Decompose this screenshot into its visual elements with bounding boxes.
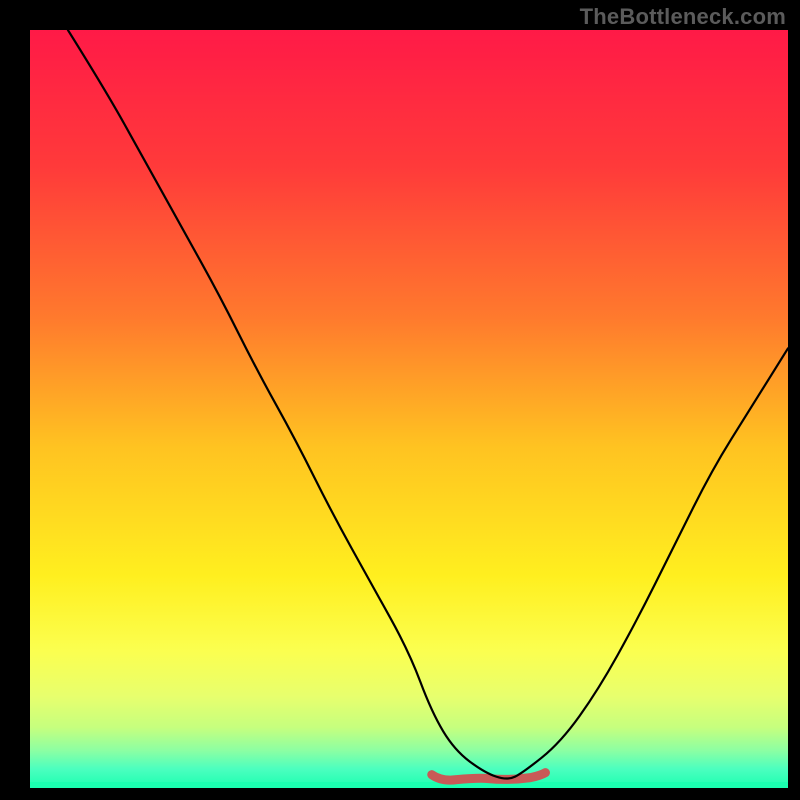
bottleneck-chart — [0, 0, 800, 800]
chart-background-gradient — [30, 30, 788, 788]
chart-root: TheBottleneck.com — [0, 0, 800, 800]
chart-green-band — [30, 782, 788, 788]
